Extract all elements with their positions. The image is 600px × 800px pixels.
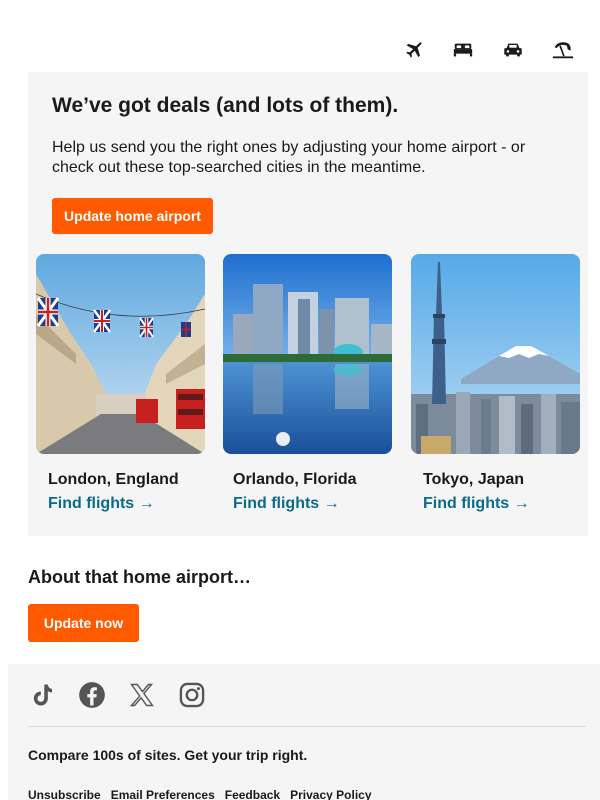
deals-body-text: Help us send you the right ones by adjus… bbox=[52, 139, 526, 176]
footer: Compare 100s of sites. Get your trip rig… bbox=[8, 664, 600, 800]
city-name: London, England bbox=[48, 471, 179, 488]
footer-divider bbox=[28, 726, 586, 727]
find-flights-link[interactable]: Find flights → bbox=[423, 495, 530, 513]
deals-panel: We’ve got deals (and lots of them). Help… bbox=[28, 72, 588, 536]
beach-umbrella-icon[interactable] bbox=[538, 38, 588, 62]
x-icon[interactable] bbox=[128, 680, 156, 710]
footer-links: Unsubscribe Email Preferences Feedback P… bbox=[28, 788, 372, 800]
city-card-orlando[interactable]: Orlando, Florida Find flights → bbox=[223, 254, 392, 512]
about-heading: About that home airport… bbox=[28, 567, 251, 587]
city-card-london[interactable]: London, England Find flights → bbox=[36, 254, 205, 512]
tokyo-photo[interactable] bbox=[411, 254, 580, 454]
deals-headline: We’ve got deals (and lots of them). bbox=[52, 94, 399, 117]
orlando-photo[interactable] bbox=[223, 254, 392, 454]
city-card-tokyo[interactable]: Tokyo, Japan Find flights → bbox=[411, 254, 580, 512]
plane-icon[interactable] bbox=[388, 38, 438, 62]
bed-icon[interactable] bbox=[438, 38, 488, 62]
privacy-policy-link[interactable]: Privacy Policy bbox=[290, 788, 371, 800]
update-now-button[interactable]: Update now bbox=[28, 604, 139, 642]
top-nav bbox=[388, 38, 588, 62]
city-name: Tokyo, Japan bbox=[423, 471, 525, 488]
social-links bbox=[28, 680, 206, 710]
email-preferences-link[interactable]: Email Preferences bbox=[111, 788, 215, 800]
city-name: Orlando, Florida bbox=[233, 471, 357, 488]
footer-tagline: Compare 100s of sites. Get your trip rig… bbox=[28, 747, 308, 763]
unsubscribe-link[interactable]: Unsubscribe bbox=[28, 788, 101, 800]
car-icon[interactable] bbox=[488, 38, 538, 62]
instagram-icon[interactable] bbox=[178, 680, 206, 710]
find-flights-link[interactable]: Find flights → bbox=[48, 495, 155, 513]
find-flights-link[interactable]: Find flights → bbox=[233, 495, 340, 513]
tiktok-icon[interactable] bbox=[28, 680, 56, 710]
feedback-link[interactable]: Feedback bbox=[225, 788, 280, 800]
facebook-icon[interactable] bbox=[78, 680, 106, 710]
london-photo[interactable] bbox=[36, 254, 205, 454]
update-home-airport-button[interactable]: Update home airport bbox=[52, 198, 213, 234]
